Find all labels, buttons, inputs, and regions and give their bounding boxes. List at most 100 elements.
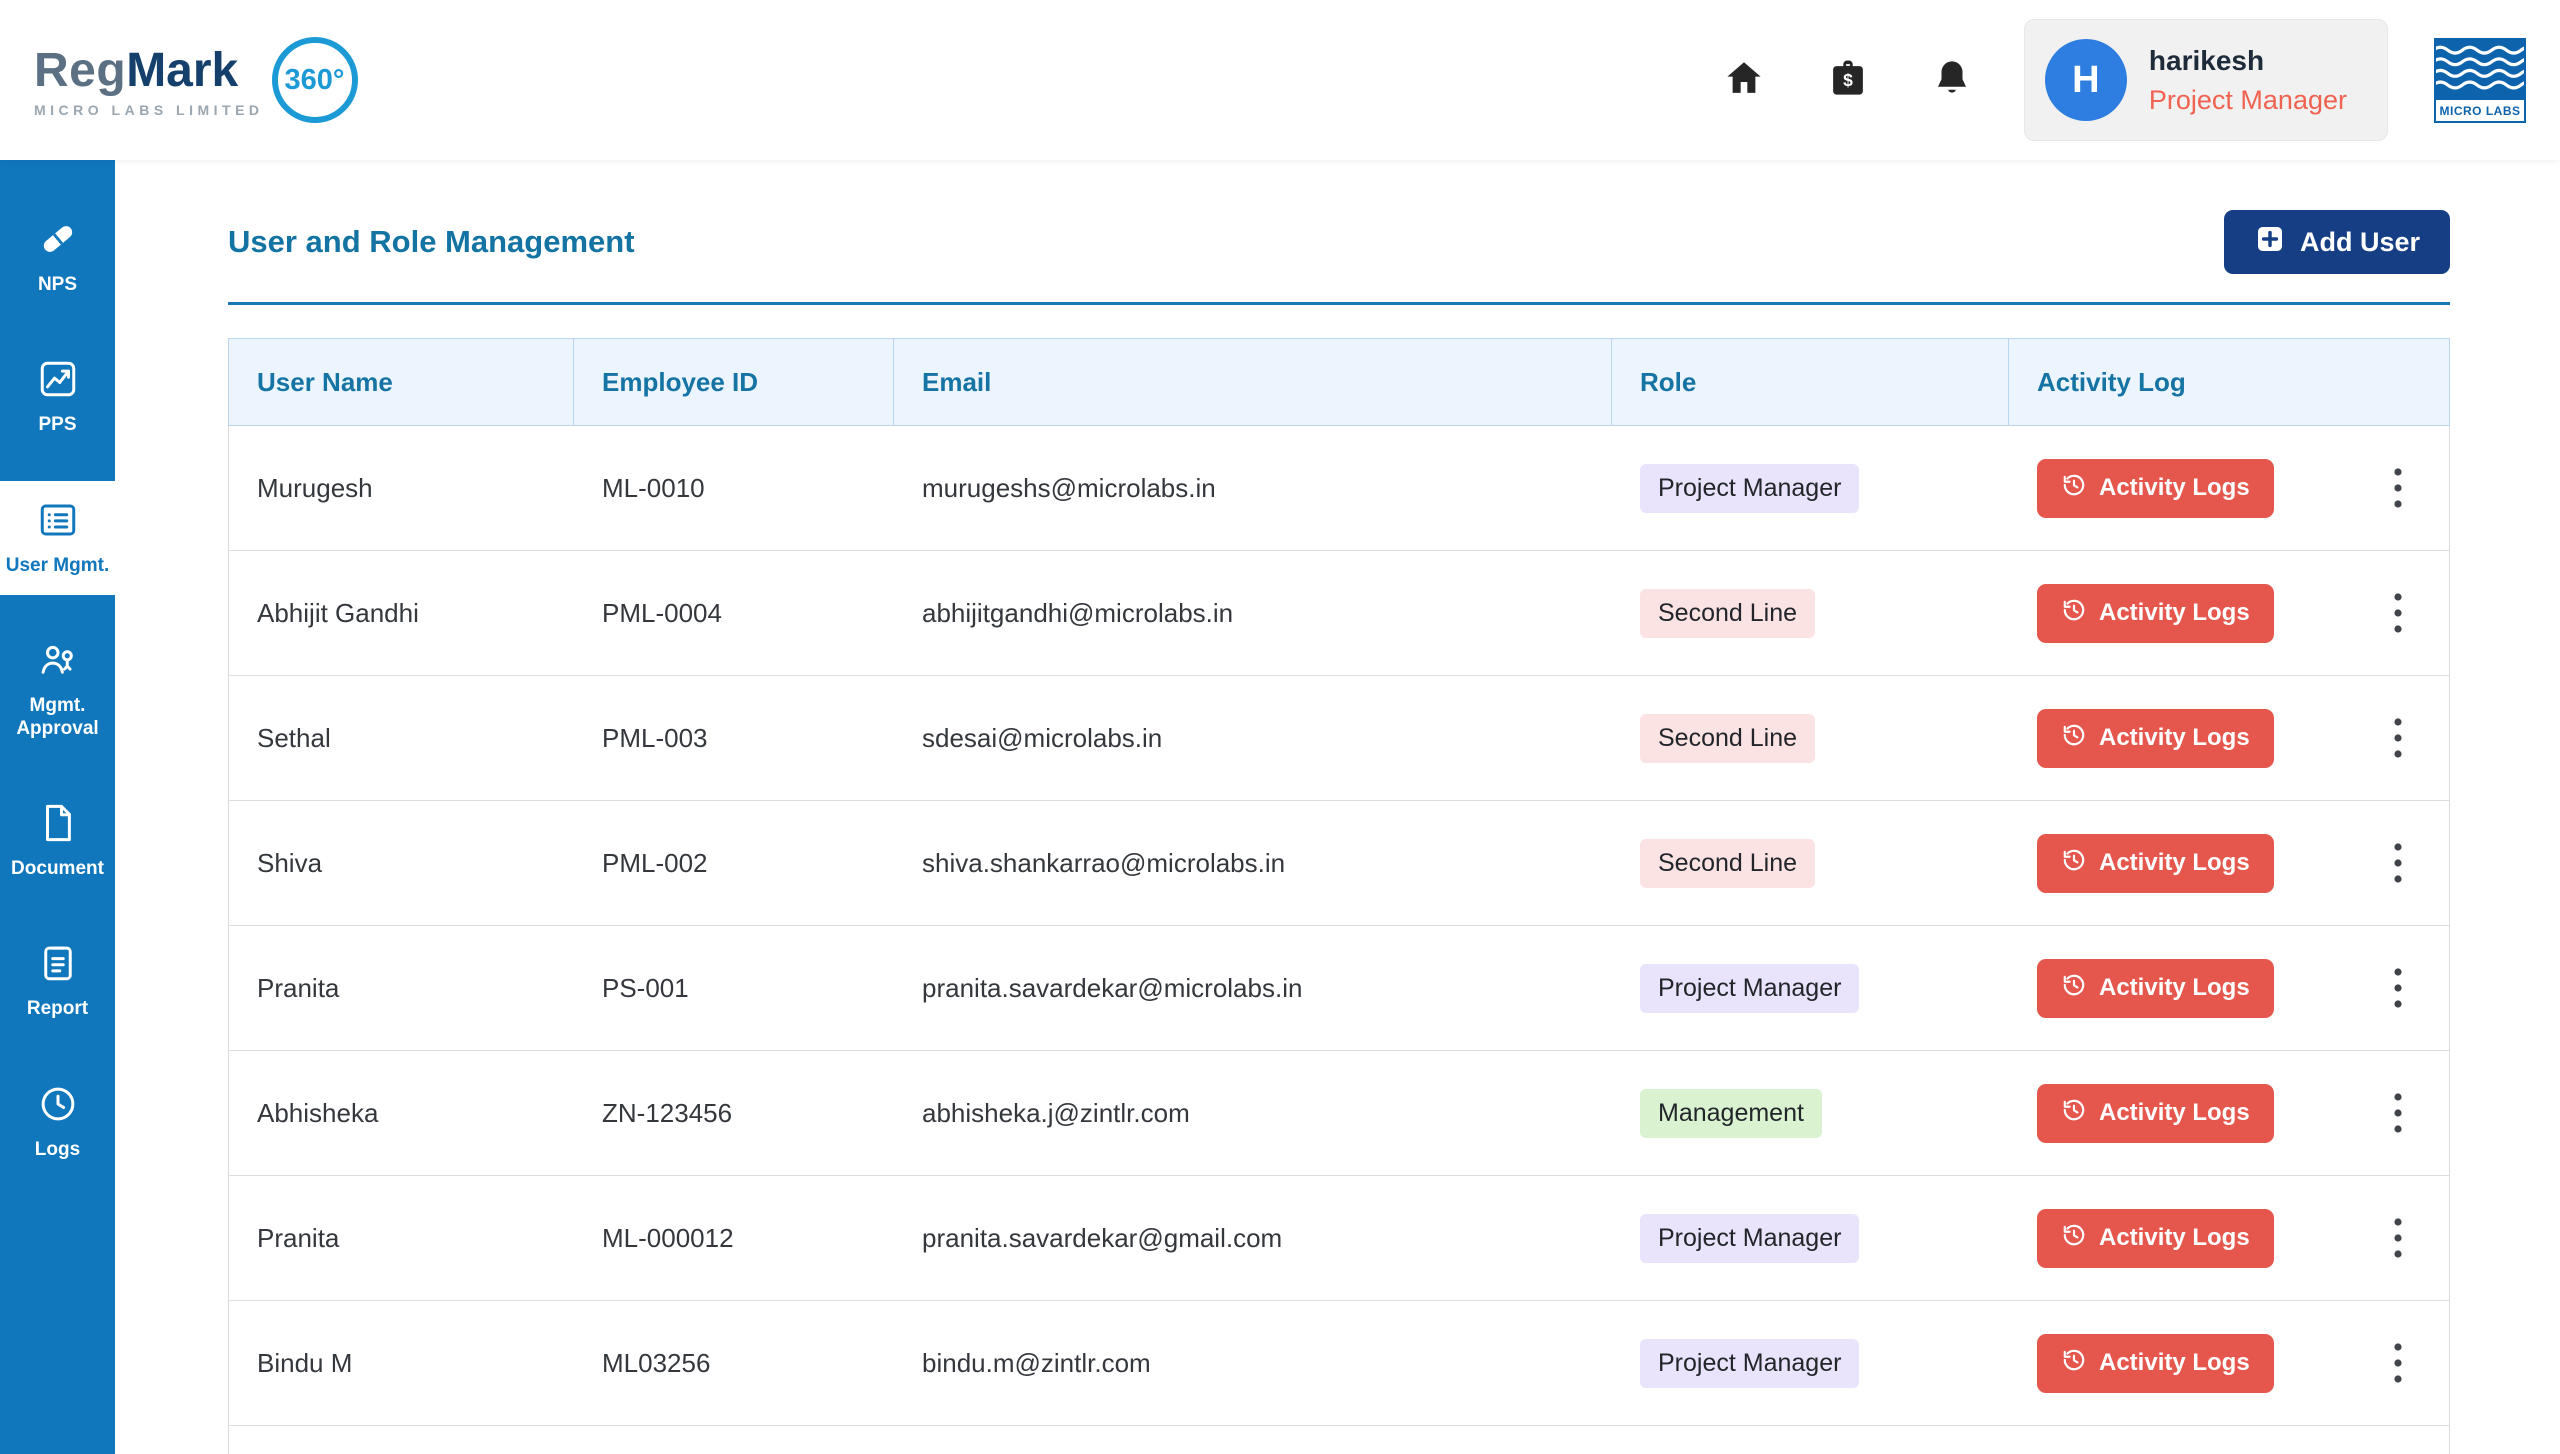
cell-employee-id: PS-001: [574, 973, 894, 1004]
cell-employee-id: PML-0004: [574, 598, 894, 629]
microlabs-logo-text: MICRO LABS: [2436, 98, 2524, 121]
user-list-icon: [37, 499, 79, 546]
title-divider: [228, 302, 2450, 305]
cell-activity-log: Activity Logs: [2009, 459, 2449, 518]
cell-role: Second Line: [1612, 714, 2009, 763]
table-body: Murugesh ML-0010 murugeshs@microlabs.in …: [228, 426, 2450, 1454]
sidebar-item-label: Logs: [35, 1139, 80, 1161]
column-header-email: Email: [894, 339, 1612, 425]
cell-user-name: Shiva: [229, 848, 574, 879]
document-icon: [37, 802, 79, 849]
cell-employee-id: ML-0010: [574, 473, 894, 504]
cell-activity-log: Activity Logs: [2009, 1084, 2449, 1143]
sidebar-item-document[interactable]: Document: [0, 784, 115, 898]
table-row: Sethal PML-003 sdesai@microlabs.in Secon…: [229, 676, 2449, 801]
cell-activity-log: Activity Logs: [2009, 959, 2449, 1018]
sidebar-item-logs[interactable]: Logs: [0, 1065, 115, 1179]
sidebar: NPS PPS User Mgmt. Mgmt. Approval Docume…: [0, 160, 115, 1454]
sidebar-item-label: NPS: [38, 274, 77, 296]
activity-logs-button[interactable]: Activity Logs: [2037, 1334, 2274, 1393]
activity-logs-label: Activity Logs: [2099, 974, 2250, 1002]
microlabs-logo: MICRO LABS: [2434, 38, 2526, 123]
user-avatar: H: [2045, 39, 2127, 121]
activity-logs-label: Activity Logs: [2099, 1349, 2250, 1377]
kebab-icon: [2393, 841, 2403, 885]
cell-email: abhisheka.j@zintlr.com: [894, 1098, 1612, 1129]
logo-reg-text: Reg: [34, 43, 126, 98]
row-menu-button[interactable]: [2383, 1212, 2413, 1264]
user-profile-card[interactable]: H harikesh Project Manager: [2024, 19, 2388, 141]
sidebar-item-label: Document: [11, 858, 104, 880]
sidebar-item-report[interactable]: Report: [0, 924, 115, 1038]
cell-role: Second Line: [1612, 839, 2009, 888]
activity-logs-button[interactable]: Activity Logs: [2037, 584, 2274, 643]
activity-logs-label: Activity Logs: [2099, 849, 2250, 877]
kebab-icon: [2393, 591, 2403, 635]
activity-logs-button[interactable]: Activity Logs: [2037, 1084, 2274, 1143]
approval-person-icon: [37, 639, 79, 686]
cell-email: shiva.shankarrao@microlabs.in: [894, 848, 1612, 879]
activity-logs-label: Activity Logs: [2099, 474, 2250, 502]
briefcase-dollar-icon: $: [1827, 57, 1869, 104]
row-menu-button[interactable]: [2383, 837, 2413, 889]
activity-logs-label: Activity Logs: [2099, 724, 2250, 752]
kebab-icon: [2393, 716, 2403, 760]
role-badge: Project Manager: [1640, 464, 1859, 513]
activity-logs-button[interactable]: Activity Logs: [2037, 959, 2274, 1018]
cell-user-name: Pranita: [229, 1223, 574, 1254]
cell-email: sdesai@microlabs.in: [894, 723, 1612, 754]
app-logo: RegMark MICRO LABS LIMITED 360°: [34, 37, 358, 123]
sidebar-item-user-mgmt[interactable]: User Mgmt.: [0, 481, 115, 595]
cell-employee-id: PML-002: [574, 848, 894, 879]
activity-logs-button[interactable]: Activity Logs: [2037, 709, 2274, 768]
role-badge: Management: [1640, 1089, 1822, 1138]
cell-activity-log: Activity Logs: [2009, 834, 2449, 893]
sidebar-item-nps[interactable]: NPS: [0, 200, 115, 314]
report-icon: [37, 942, 79, 989]
sidebar-item-label: PPS: [38, 414, 76, 436]
role-badge: Second Line: [1640, 589, 1815, 638]
cell-employee-id: ML-000012: [574, 1223, 894, 1254]
waves-icon: [2436, 40, 2524, 98]
cell-email: pranita.savardekar@gmail.com: [894, 1223, 1612, 1254]
add-user-button[interactable]: Add User: [2224, 210, 2450, 274]
row-menu-button[interactable]: [2383, 1337, 2413, 1389]
sidebar-item-mgmt-approval[interactable]: Mgmt. Approval: [0, 621, 115, 758]
sidebar-item-pps[interactable]: PPS: [0, 340, 115, 454]
history-clock-icon: [2061, 1347, 2087, 1380]
cell-role: Project Manager: [1612, 1214, 2009, 1263]
role-badge: Second Line: [1640, 839, 1815, 888]
activity-logs-label: Activity Logs: [2099, 1224, 2250, 1252]
row-menu-button[interactable]: [2383, 587, 2413, 639]
payments-button[interactable]: $: [1824, 56, 1872, 104]
cell-employee-id: PML-003: [574, 723, 894, 754]
clock-icon: [37, 1083, 79, 1130]
activity-logs-button[interactable]: Activity Logs: [2037, 834, 2274, 893]
role-badge: Project Manager: [1640, 1214, 1859, 1263]
history-clock-icon: [2061, 1097, 2087, 1130]
cell-email: pranita.savardekar@microlabs.in: [894, 973, 1612, 1004]
row-menu-button[interactable]: [2383, 712, 2413, 764]
table-row: Abhisheka ZN-123456 abhisheka.j@zintlr.c…: [229, 1051, 2449, 1176]
activity-logs-button[interactable]: Activity Logs: [2037, 459, 2274, 518]
row-menu-button[interactable]: [2383, 462, 2413, 514]
home-button[interactable]: [1720, 56, 1768, 104]
main-content: User and Role Management Add User User N…: [115, 160, 2560, 1454]
sidebar-item-label: User Mgmt.: [6, 555, 109, 577]
table-row: Shiva PML-002 shiva.shankarrao@microlabs…: [229, 801, 2449, 926]
row-menu-button[interactable]: [2383, 962, 2413, 1014]
cell-user-name: Abhijit Gandhi: [229, 598, 574, 629]
activity-logs-button[interactable]: Activity Logs: [2037, 1209, 2274, 1268]
column-header-activity-log: Activity Log: [2009, 339, 2449, 425]
activity-logs-label: Activity Logs: [2099, 1099, 2250, 1127]
user-table: User Name Employee ID Email Role Activit…: [228, 338, 2450, 1454]
role-badge: Project Manager: [1640, 1339, 1859, 1388]
add-user-label: Add User: [2300, 227, 2420, 258]
kebab-icon: [2393, 1091, 2403, 1135]
notifications-button[interactable]: [1928, 56, 1976, 104]
table-row: Abhijit Gandhi PML-0004 abhijitgandhi@mi…: [229, 551, 2449, 676]
top-header: RegMark MICRO LABS LIMITED 360° $ H hari…: [0, 0, 2560, 160]
row-menu-button[interactable]: [2383, 1087, 2413, 1139]
table-row: Pranita PS-001 pranita.savardekar@microl…: [229, 926, 2449, 1051]
history-clock-icon: [2061, 472, 2087, 505]
